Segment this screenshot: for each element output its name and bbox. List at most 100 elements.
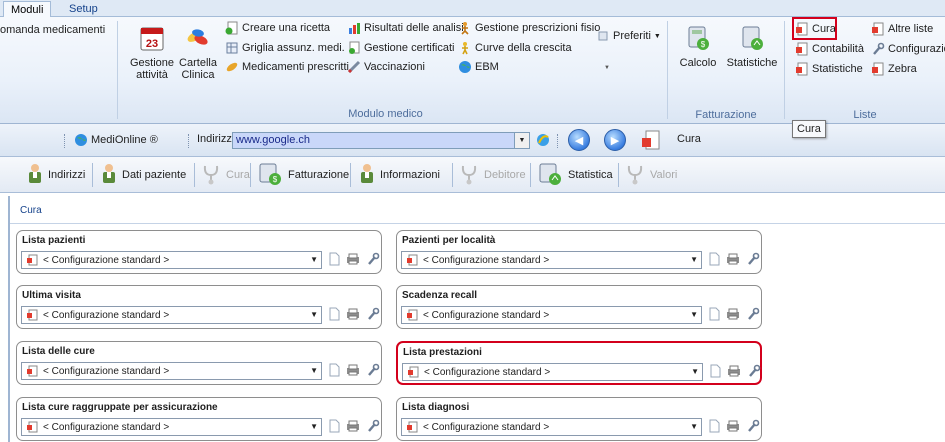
preferiti-dropdown[interactable]: Preferiti ▼: [596, 27, 661, 45]
document-icon[interactable]: [709, 364, 721, 381]
document-icon[interactable]: [708, 252, 720, 269]
toolbar-separator: [194, 163, 195, 187]
gestione-attivita-line2: attività: [136, 69, 168, 81]
url-input[interactable]: www.google.ch: [232, 132, 530, 149]
printer-icon[interactable]: [726, 253, 740, 268]
back-button[interactable]: ◀: [568, 129, 590, 151]
wrench-icon[interactable]: [746, 307, 760, 324]
globe-icon: [74, 133, 88, 147]
risultati-analisi-button[interactable]: Risultati delle analisi: [347, 19, 464, 37]
altre-liste-button[interactable]: Altre liste: [871, 20, 933, 38]
configuration-select[interactable]: < Configurazione standard > ▼: [402, 363, 703, 381]
configuration-select[interactable]: < Configurazione standard > ▼: [401, 251, 702, 269]
gestione-certificati-button[interactable]: Gestione certificati: [347, 39, 454, 57]
document-icon[interactable]: [328, 252, 340, 269]
printer-icon[interactable]: [727, 365, 741, 380]
document-icon[interactable]: [328, 363, 340, 380]
zebra-button[interactable]: Zebra: [871, 60, 917, 78]
document-icon[interactable]: [708, 307, 720, 324]
calendar-icon: 23: [136, 23, 168, 53]
printer-icon[interactable]: [346, 253, 360, 268]
report-card: Lista delle cure < Configurazione standar…: [16, 341, 382, 385]
configuration-select[interactable]: < Configurazione standard > ▼: [401, 418, 702, 436]
ribbon-item-comanda-medicamenti[interactable]: omanda medicamenti: [0, 21, 105, 39]
prescrizioni-fisio-button[interactable]: Gestione prescrizioni fisio: [458, 19, 600, 37]
statistiche-liste-button[interactable]: Statistiche: [795, 60, 863, 78]
printer-icon[interactable]: [726, 308, 740, 323]
wrench-icon[interactable]: [366, 363, 380, 380]
forward-button[interactable]: ▶: [604, 129, 626, 151]
physio-icon: [458, 21, 472, 35]
cartella-clinica-line2: Clinica: [181, 69, 215, 81]
cura-toolbar-button[interactable]: Cura: [200, 163, 250, 187]
wrench-icon[interactable]: [366, 307, 380, 324]
printer-icon[interactable]: [346, 420, 360, 435]
report-actions: [328, 252, 380, 269]
contabilita-button[interactable]: Contabilità: [795, 40, 864, 58]
indirizzi-button[interactable]: Indirizzi: [26, 163, 85, 187]
url-dropdown-button[interactable]: ▼: [514, 133, 529, 148]
go-icon[interactable]: [535, 132, 551, 151]
wrench-icon[interactable]: [747, 364, 761, 381]
wrench-icon[interactable]: [746, 252, 760, 269]
valori-button[interactable]: Valori: [624, 163, 677, 187]
statistiche-fatturazione-button[interactable]: Statistiche: [726, 23, 778, 69]
configuration-select-value: < Configurazione standard >: [43, 254, 170, 266]
report-actions: [328, 307, 380, 324]
griglia-button[interactable]: Griglia assunz. medi.: [225, 39, 345, 57]
configuration-select[interactable]: < Configurazione standard > ▼: [21, 418, 322, 436]
calcolo-button[interactable]: $ Calcolo: [672, 23, 724, 69]
statistica-button[interactable]: Statistica: [536, 163, 613, 187]
ebm-button[interactable]: EBM: [458, 58, 499, 76]
module-toolbar: Indirizzi Dati paziente Cura $ Fatturazi…: [0, 157, 945, 193]
report-icon: [25, 420, 39, 434]
report-icon: [871, 62, 885, 76]
configuration-select[interactable]: < Configurazione standard > ▼: [21, 362, 322, 380]
wrench-icon[interactable]: [366, 252, 380, 269]
curve-crescita-button[interactable]: Curve della crescita: [458, 39, 572, 57]
tab-moduli[interactable]: Moduli: [3, 1, 52, 18]
stethoscope-icon: [200, 163, 222, 188]
printer-icon[interactable]: [726, 420, 740, 435]
document-icon[interactable]: [328, 307, 340, 324]
informazioni-button[interactable]: Informazioni: [358, 163, 440, 187]
wrench-icon[interactable]: [366, 419, 380, 436]
medionline-button[interactable]: MediOnline ®: [74, 131, 158, 149]
cura-tooltip: Cura: [792, 120, 826, 138]
document-icon[interactable]: [708, 419, 720, 436]
document-icon[interactable]: [328, 419, 340, 436]
chevron-down-icon: ▼: [691, 367, 699, 376]
medicamenti-prescritti-button[interactable]: Medicamenti prescritti: [225, 58, 349, 76]
divider: [10, 223, 945, 224]
printer-icon[interactable]: [346, 308, 360, 323]
report-card-title: Lista prestazioni: [403, 347, 482, 358]
configuration-select[interactable]: < Configurazione standard > ▼: [21, 306, 322, 324]
configuration-select[interactable]: < Configurazione standard > ▼: [21, 251, 322, 269]
gestione-attivita-button[interactable]: 23 Gestione attività: [126, 23, 178, 81]
statistica-label: Statistica: [568, 169, 613, 181]
chart-icon: [347, 21, 361, 35]
tooltip-text: Cura: [797, 123, 821, 135]
risultati-label: Risultati delle analisi: [364, 22, 464, 34]
cartella-clinica-button[interactable]: Cartella Clinica: [172, 23, 224, 81]
report-icon: [405, 420, 419, 434]
wrench-icon[interactable]: [746, 419, 760, 436]
fatturazione-button[interactable]: $ Fatturazione: [256, 163, 349, 187]
indirizzi-label: Indirizzi: [48, 169, 86, 181]
configurazione-button[interactable]: Configurazion: [871, 40, 945, 58]
creare-ricetta-button[interactable]: Creare una ricetta: [225, 19, 330, 37]
report-icon: [640, 129, 662, 154]
tab-setup[interactable]: Setup: [62, 1, 105, 18]
report-icon: [406, 365, 420, 379]
application-window: Moduli Setup omanda medicamenti 23 Gesti…: [0, 0, 945, 442]
vaccinazioni-button[interactable]: Vaccinazioni: [347, 58, 425, 76]
configuration-select[interactable]: < Configurazione standard > ▼: [401, 306, 702, 324]
preferiti-more-icon[interactable]: ▼: [604, 65, 610, 71]
contabilita-label: Contabilità: [812, 43, 864, 55]
dati-paziente-button[interactable]: Dati paziente: [100, 163, 186, 187]
ribbon-group-fatturazione: $ Calcolo Statistiche Fatturazione: [668, 17, 784, 123]
cartella-clinica-line1: Cartella: [179, 57, 217, 69]
debitore-button[interactable]: Debitore: [458, 163, 526, 187]
printer-icon[interactable]: [346, 364, 360, 379]
preferiti-label: Preferiti: [613, 30, 651, 42]
